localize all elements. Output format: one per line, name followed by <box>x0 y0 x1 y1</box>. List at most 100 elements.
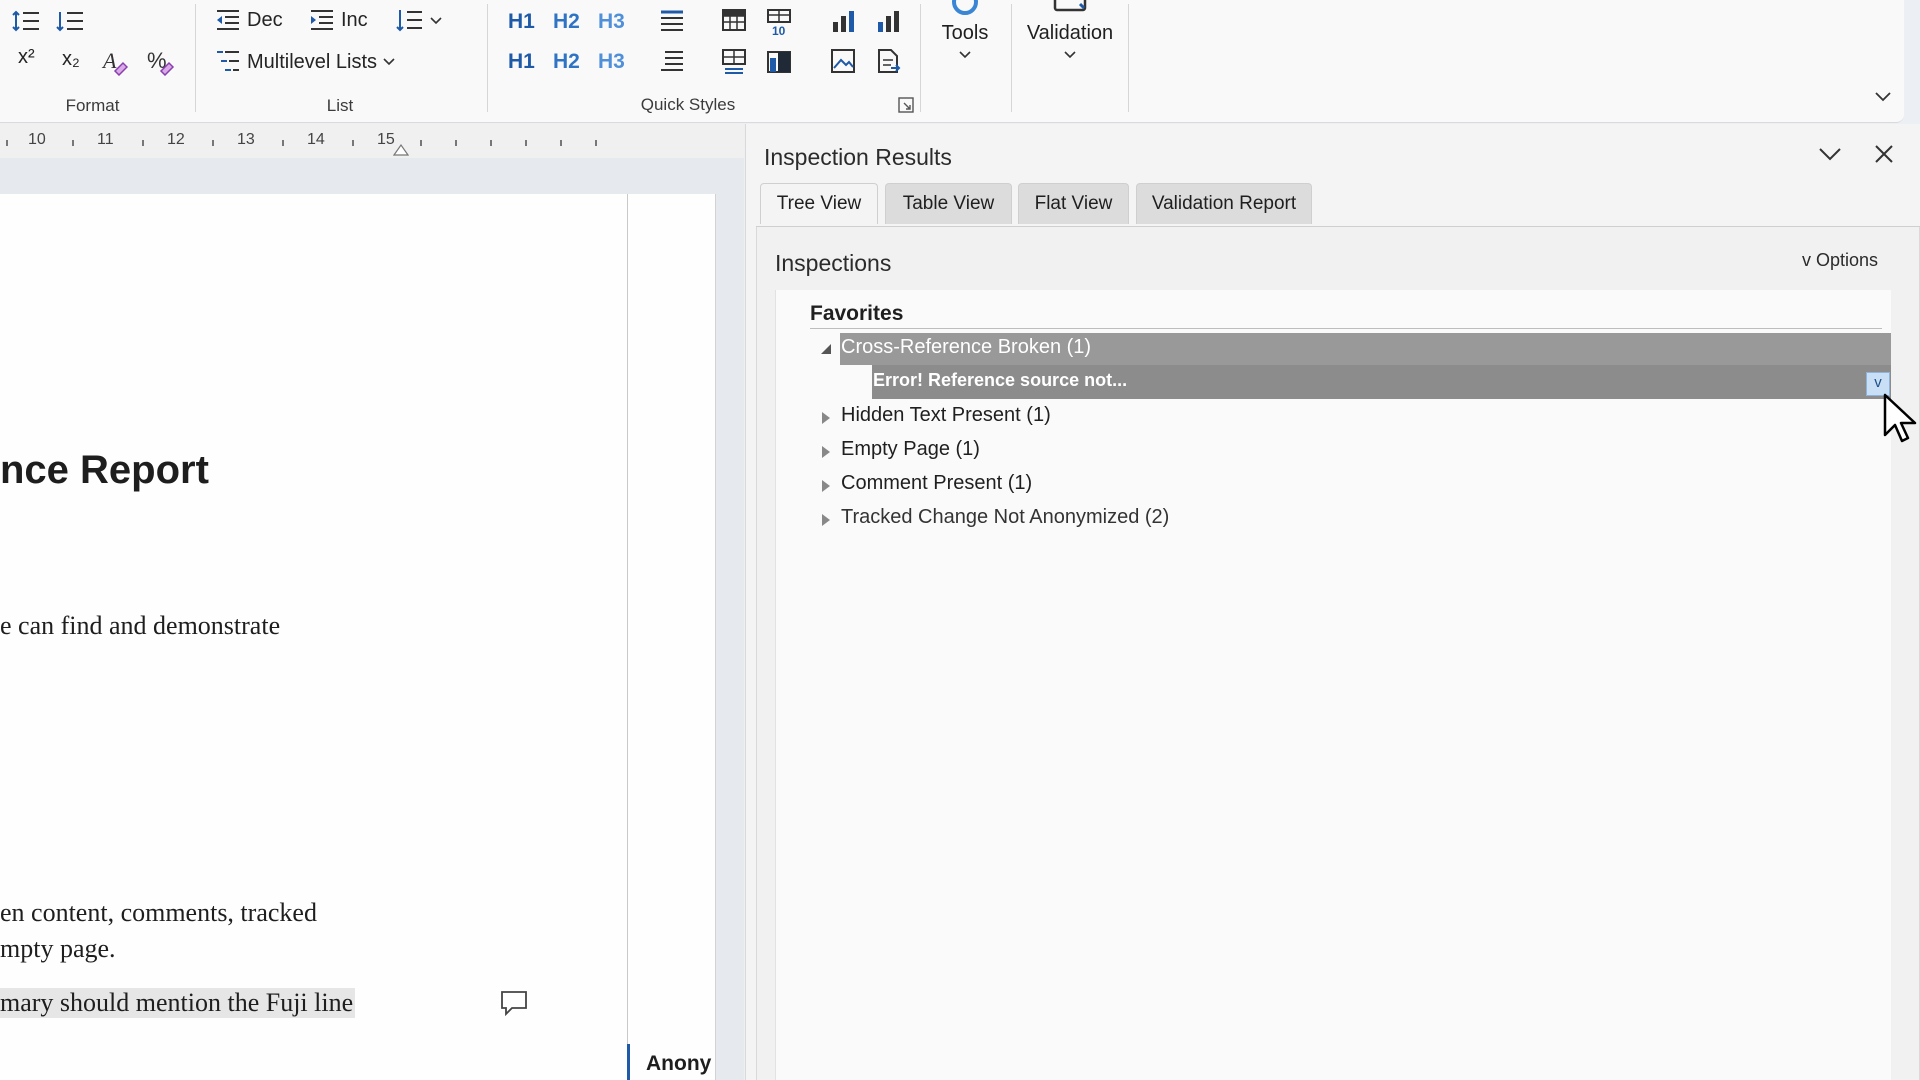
tab-validation-report[interactable]: Validation Report <box>1136 183 1312 224</box>
heading1-alt-style-button[interactable]: H1 <box>508 50 535 74</box>
heading1-style-button[interactable]: H1 <box>508 10 535 34</box>
ruler-tick <box>455 140 457 146</box>
chevron-down-icon <box>959 51 971 59</box>
table-caption-icon <box>722 49 746 74</box>
heading2-alt-style-button[interactable]: H2 <box>553 50 580 74</box>
document-style-button[interactable] <box>875 48 901 74</box>
quick-styles-launcher-button[interactable] <box>898 97 914 118</box>
h1-icon: H1 <box>508 50 535 73</box>
line-spacing-icon <box>12 10 39 32</box>
paragraph-lines-icon <box>661 10 683 31</box>
tab-label: Tree View <box>776 193 862 214</box>
ribbon-separator <box>1128 4 1129 112</box>
comment-marker[interactable] <box>500 990 528 1021</box>
list-group-label: List <box>326 96 354 115</box>
tree-item-comment-present[interactable]: Comment Present (1) <box>841 472 1032 495</box>
chevron-down-icon <box>1875 92 1891 102</box>
expand-arrow-icon[interactable] <box>822 480 830 492</box>
bar-chart-icon <box>833 11 854 32</box>
document-arrow-icon <box>878 49 901 73</box>
validation-button[interactable]: Validation <box>1022 0 1118 80</box>
h2-icon: H2 <box>553 10 580 33</box>
increase-indent-button[interactable]: Inc <box>309 8 368 32</box>
line-spacing-increase-button[interactable] <box>56 6 86 36</box>
heading3-alt-style-button[interactable]: H3 <box>598 50 625 74</box>
ribbon: x² x₂ A % Format Dec Inc Multilevel List… <box>0 0 1904 123</box>
expand-arrow-icon[interactable] <box>822 412 830 424</box>
list-paragraph-style-button[interactable] <box>659 48 685 74</box>
dialog-launcher-icon <box>898 97 914 113</box>
tab-table-view[interactable]: Table View <box>885 183 1012 224</box>
page-margin-line <box>627 194 628 1080</box>
chevron-down-icon <box>430 17 442 25</box>
numbered-list-icon <box>396 10 422 32</box>
options-button[interactable]: v Options <box>1802 250 1878 271</box>
tools-button[interactable]: Tools <box>935 0 995 80</box>
decrease-indent-button[interactable]: Dec <box>215 8 283 32</box>
tools-label: Tools <box>941 22 989 44</box>
multilevel-lists-button[interactable]: Multilevel Lists <box>215 49 395 75</box>
image-caption-icon <box>831 49 855 73</box>
svg-text:A: A <box>101 48 117 73</box>
table-caption-style-button[interactable] <box>721 48 747 74</box>
ribbon-separator <box>195 4 196 112</box>
ruler-tick <box>525 140 527 146</box>
shaded-style-button[interactable] <box>766 48 792 74</box>
increase-indent-icon <box>311 10 333 30</box>
ruler-tick <box>72 140 74 146</box>
ruler-tick <box>560 140 562 146</box>
panel-menu-button[interactable] <box>1818 146 1842 167</box>
quick-styles-group-label: Quick Styles <box>640 95 736 114</box>
superscript-button[interactable]: x² <box>18 46 35 69</box>
paragraph-spacing-icon <box>56 12 83 32</box>
horizontal-ruler[interactable]: 10 11 12 13 14 15 <box>0 124 744 159</box>
ruler-tick <box>282 140 284 146</box>
document-paragraph: mpty page. <box>0 934 116 963</box>
inspections-heading: Inspections <box>775 250 892 276</box>
clear-format-button[interactable]: A <box>100 46 130 76</box>
document-paragraph: en content, comments, tracked <box>0 898 317 927</box>
svg-text:10: 10 <box>772 24 786 36</box>
tab-label: Validation Report <box>1151 193 1297 214</box>
chevron-down-icon <box>1819 148 1841 161</box>
bar-chart-number-icon <box>878 11 899 32</box>
subscript-button[interactable]: x₂ <box>62 48 80 71</box>
figure-style-button[interactable] <box>830 48 856 74</box>
ruler-number: 11 <box>97 131 114 148</box>
panel-close-button[interactable] <box>1874 144 1894 169</box>
comment-icon <box>501 991 527 1017</box>
inspections-tree: Favorites Cross-Reference Broken (1) Err… <box>775 290 1891 1080</box>
tree-item-hidden-text[interactable]: Hidden Text Present (1) <box>841 404 1051 427</box>
tab-label: Flat View <box>1034 193 1113 214</box>
chart-number-style-button[interactable] <box>875 8 901 34</box>
tree-child-error-reference[interactable]: Error! Reference source not... <box>873 370 1127 391</box>
table-numbered-style-button[interactable]: 10 <box>766 8 792 36</box>
tree-item-cross-reference[interactable]: Cross-Reference Broken (1) <box>841 336 1091 359</box>
group-divider <box>810 328 1882 329</box>
collapse-arrow-icon[interactable] <box>821 344 831 354</box>
comment-author: Anony <box>646 1052 712 1075</box>
commented-text[interactable]: mary should mention the Fuji line <box>0 988 356 1018</box>
percent-format-button[interactable]: % <box>145 46 175 76</box>
ruler-tick <box>142 140 144 146</box>
heading2-style-button[interactable]: H2 <box>553 10 580 34</box>
tree-item-tracked-change[interactable]: Tracked Change Not Anonymized (2) <box>841 506 1169 529</box>
tab-tree-view[interactable]: Tree View <box>760 183 878 224</box>
tree-item-empty-page[interactable]: Empty Page (1) <box>841 438 980 461</box>
collapse-ribbon-button[interactable] <box>1874 90 1892 108</box>
heading3-style-button[interactable]: H3 <box>598 10 625 34</box>
table-style-button[interactable] <box>721 8 747 32</box>
ruler-number: 12 <box>167 131 185 148</box>
expand-arrow-icon[interactable] <box>822 514 830 526</box>
paragraph-style-button[interactable] <box>659 8 685 34</box>
tab-flat-view[interactable]: Flat View <box>1018 183 1129 224</box>
document-paragraph: e can find and demonstrate <box>0 611 281 640</box>
chart-style-button[interactable] <box>830 8 856 34</box>
clear-format-icon: A <box>101 48 129 76</box>
indent-marker-icon[interactable] <box>393 142 409 156</box>
validation-icon <box>1053 0 1087 12</box>
line-spacing-decrease-button[interactable] <box>12 6 42 36</box>
expand-arrow-icon[interactable] <box>822 446 830 458</box>
document-page[interactable]: nce Report e can find and demonstrate en… <box>0 194 716 1080</box>
numbering-button[interactable] <box>396 8 442 34</box>
